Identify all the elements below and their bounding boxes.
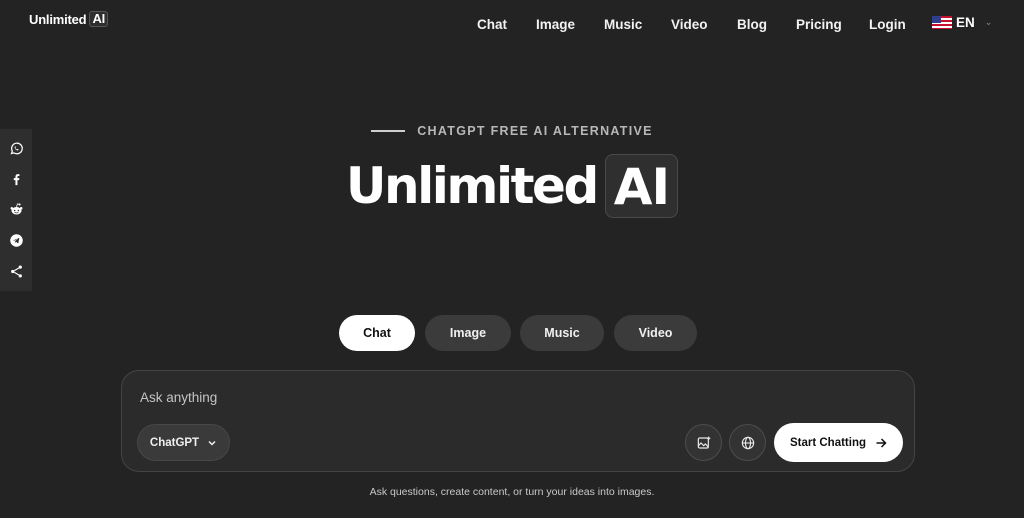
tab-video[interactable]: Video <box>614 315 697 351</box>
hero-eyebrow: CHATGPT FREE AI ALTERNATIVE <box>0 124 1024 138</box>
start-chatting-button[interactable]: Start Chatting <box>774 423 903 462</box>
nav-blog[interactable]: Blog <box>737 17 767 32</box>
eyebrow-divider <box>371 130 406 132</box>
chevron-down-icon: ⌄ <box>984 17 993 27</box>
globe-icon <box>741 436 754 449</box>
telegram-icon[interactable] <box>8 233 24 249</box>
tab-image[interactable]: Image <box>425 315 511 351</box>
eyebrow-text: CHATGPT FREE AI ALTERNATIVE <box>417 124 653 138</box>
hero-title-badge: AI <box>604 154 679 218</box>
arrow-right-icon <box>876 437 887 448</box>
start-chatting-label: Start Chatting <box>789 436 867 449</box>
prompt-hint: Ask questions, create content, or turn y… <box>369 486 655 498</box>
language-selector[interactable]: EN ⌄ <box>932 15 992 30</box>
tab-music[interactable]: Music <box>520 315 604 351</box>
nav-video[interactable]: Video <box>671 17 708 32</box>
us-flag-icon <box>932 16 952 29</box>
language-label: EN <box>956 15 975 30</box>
image-upload-icon <box>697 436 710 449</box>
share-icon[interactable] <box>8 264 24 280</box>
nav-login[interactable]: Login <box>869 17 906 32</box>
hero-title-word: Unlimited <box>345 157 599 215</box>
model-selector[interactable]: ChatGPT <box>137 424 230 461</box>
main-nav: Chat Image Music Video Blog Pricing Logi… <box>0 17 1024 35</box>
web-search-button[interactable] <box>729 424 766 461</box>
tab-chat[interactable]: Chat <box>339 315 415 351</box>
nav-pricing[interactable]: Pricing <box>796 17 842 32</box>
nav-chat[interactable]: Chat <box>477 17 507 32</box>
nav-image[interactable]: Image <box>536 17 575 32</box>
upload-image-button[interactable] <box>685 424 722 461</box>
nav-music[interactable]: Music <box>604 17 642 32</box>
hero-title: Unlimited AI <box>0 154 1024 218</box>
prompt-input[interactable] <box>140 387 880 407</box>
prompt-box: ChatGPT Start Chatting <box>121 370 915 472</box>
model-label: ChatGPT <box>149 436 200 449</box>
mode-tabs: Chat Image Music Video <box>0 315 1024 351</box>
chevron-down-icon <box>208 440 216 446</box>
